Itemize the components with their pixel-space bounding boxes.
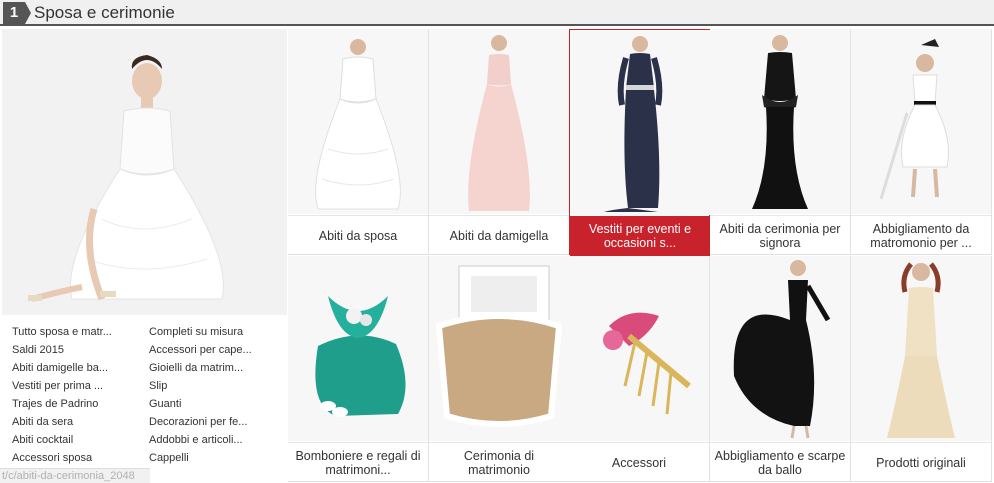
link-accessori-capelli[interactable]: Accessori per cape... (149, 344, 252, 356)
tile-abiti-da-sposa[interactable]: Abiti da sposa (288, 29, 429, 255)
link-addobbi[interactable]: Addobbi e articoli... (149, 434, 243, 446)
left-panel: Tutto sposa e matr... Saldi 2015 Abiti d… (2, 29, 287, 483)
tile-abbigliamento-ballo[interactable]: Abbigliamento e scarpe da ballo (710, 256, 851, 482)
lace-frame-image (429, 256, 569, 441)
hero-bride-image[interactable] (2, 29, 287, 315)
tile-prodotti-originali[interactable]: Prodotti originali (851, 256, 992, 482)
tile-label: Cerimonia di matrimonio (429, 442, 569, 482)
bridesmaid-dress-image (429, 29, 569, 214)
section-header: 1 Sposa e cerimonie (0, 0, 994, 26)
tile-abbigliamento-matrimonio[interactable]: Abbigliamento da matromonio per ... (851, 29, 992, 255)
link-guanti[interactable]: Guanti (149, 398, 181, 410)
tile-accessori[interactable]: Accessori (569, 256, 710, 482)
tile-label: Abiti da damigella (429, 215, 569, 255)
section-title[interactable]: Sposa e cerimonie (34, 3, 175, 23)
tile-abiti-da-damigella[interactable]: Abiti da damigella (429, 29, 570, 255)
link-completi-misura[interactable]: Completi su misura (149, 326, 243, 338)
link-accessori-sposa[interactable]: Accessori sposa (12, 452, 92, 464)
link-slip[interactable]: Slip (149, 380, 167, 392)
tile-label: Bomboniere e regali di matrimoni... (288, 442, 428, 482)
favor-pouch-image (288, 256, 428, 441)
link-trajes-padrino[interactable]: Trajes de Padrino (12, 398, 98, 410)
tile-label: Abiti da sposa (288, 215, 428, 255)
lace-gown-image (851, 256, 991, 441)
link-abiti-sera[interactable]: Abiti da sera (12, 416, 73, 428)
ballroom-dress-image (710, 256, 850, 441)
link-tutto-sposa[interactable]: Tutto sposa e matr... (12, 326, 112, 338)
tile-vestiti-eventi[interactable]: Vestiti per eventi e occasioni s... (569, 29, 710, 256)
tile-abiti-cerimonia-signora[interactable]: Abiti da cerimonia per signora (710, 29, 851, 255)
tile-label: Abbigliamento da matromonio per ... (851, 215, 991, 255)
tile-label: Abbigliamento e scarpe da ballo (710, 442, 850, 482)
link-decorazioni[interactable]: Decorazioni per fe... (149, 416, 247, 428)
link-gioielli[interactable]: Gioielli da matrim... (149, 362, 243, 374)
tile-label: Accessori (569, 442, 709, 482)
tile-label: Prodotti originali (851, 442, 991, 482)
black-gown-image (710, 29, 850, 214)
tile-cerimonia-matrimonio[interactable]: Cerimonia di matrimonio (429, 256, 570, 482)
link-abiti-cocktail[interactable]: Abiti cocktail (12, 434, 73, 446)
status-bar-url: t/c/abiti-da-cerimonia_2048 (0, 468, 150, 483)
flower-girl-image (851, 29, 991, 214)
tile-label: Abiti da cerimonia per signora (710, 215, 850, 255)
tile-label: Vestiti per eventi e occasioni s... (570, 216, 710, 256)
tile-bomboniere[interactable]: Bomboniere e regali di matrimoni... (288, 256, 429, 482)
section-number-badge: 1 (3, 2, 31, 24)
link-cappelli[interactable]: Cappelli (149, 452, 189, 464)
hair-comb-image (569, 256, 709, 441)
link-abiti-damigelle[interactable]: Abiti damigelle ba... (12, 362, 108, 374)
link-vestiti-prima[interactable]: Vestiti per prima ... (12, 380, 103, 392)
evening-gown-image (570, 30, 710, 215)
link-saldi-2015[interactable]: Saldi 2015 (12, 344, 64, 356)
wedding-gown-image (288, 29, 428, 214)
